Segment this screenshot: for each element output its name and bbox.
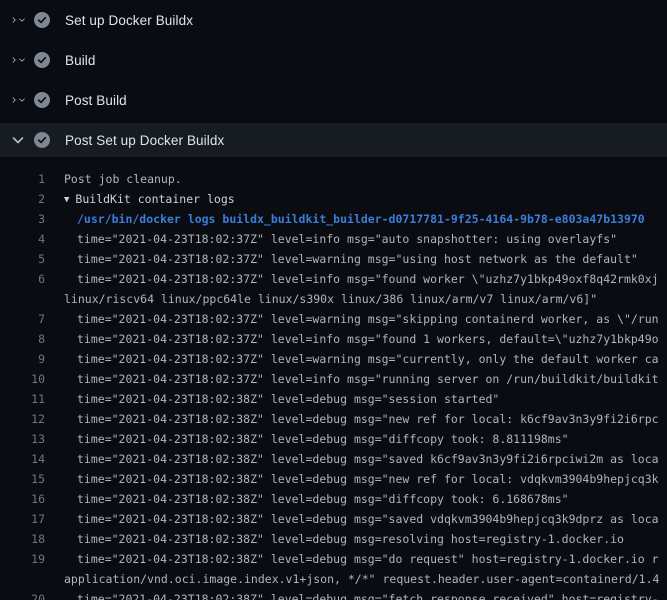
log-line-number[interactable]: 10 [0, 369, 45, 389]
log-line-text: time="2021-04-23T18:02:37Z" level=warnin… [64, 349, 659, 369]
log-line-number[interactable]: 2 [0, 189, 45, 209]
log-line-text: time="2021-04-23T18:02:38Z" level=debug … [64, 429, 569, 449]
log-line-text: time="2021-04-23T18:02:37Z" level=warnin… [64, 249, 638, 269]
log-line-text: time="2021-04-23T18:02:38Z" level=debug … [64, 589, 659, 600]
log-line-text: time="2021-04-23T18:02:38Z" level=debug … [64, 389, 499, 409]
log-line-text: time="2021-04-23T18:02:38Z" level=debug … [64, 509, 659, 529]
success-check-icon [34, 132, 50, 148]
log-line: 12 time="2021-04-23T18:02:38Z" level=deb… [0, 409, 667, 429]
log-line-text: /usr/bin/docker logs buildx_buildkit_bui… [64, 209, 645, 229]
log-line-number[interactable]: 5 [0, 249, 45, 269]
log-line-number[interactable]: 13 [0, 429, 45, 449]
log-line-number[interactable]: 3 [0, 209, 45, 229]
chevron-right-icon [10, 52, 26, 68]
log-line: 11 time="2021-04-23T18:02:38Z" level=deb… [0, 389, 667, 409]
log-line-number[interactable] [0, 289, 45, 309]
step-label: Post Set up Docker Buildx [65, 133, 224, 148]
log-line-text: time="2021-04-23T18:02:37Z" level=info m… [64, 369, 659, 389]
log-line-number[interactable]: 12 [0, 409, 45, 429]
log-line-text: time="2021-04-23T18:02:38Z" level=debug … [64, 469, 659, 489]
success-check-icon [34, 12, 50, 28]
log-line-text: linux/riscv64 linux/ppc64le linux/s390x … [64, 289, 597, 309]
log-line-text: time="2021-04-23T18:02:38Z" level=debug … [64, 409, 659, 429]
log-line: 13 time="2021-04-23T18:02:38Z" level=deb… [0, 429, 667, 449]
log-line: linux/riscv64 linux/ppc64le linux/s390x … [0, 289, 667, 309]
log-line: 10 time="2021-04-23T18:02:37Z" level=inf… [0, 369, 667, 389]
chevron-right-icon [10, 12, 26, 28]
log-line: application/vnd.oci.image.index.v1+json,… [0, 569, 667, 589]
log-line-number[interactable]: 9 [0, 349, 45, 369]
log-line-text: time="2021-04-23T18:02:38Z" level=debug … [64, 529, 624, 549]
log-line: 5 time="2021-04-23T18:02:37Z" level=warn… [0, 249, 667, 269]
log-line: 6 time="2021-04-23T18:02:37Z" level=info… [0, 269, 667, 289]
log-line-text: time="2021-04-23T18:02:38Z" level=debug … [64, 549, 659, 569]
step-label: Build [65, 53, 96, 68]
triangle-down-icon: ▼ [64, 195, 69, 205]
success-check-icon [34, 92, 50, 108]
log-line: 4 time="2021-04-23T18:02:37Z" level=info… [0, 229, 667, 249]
log-line-number[interactable]: 18 [0, 529, 45, 549]
chevron-right-icon [10, 92, 26, 108]
log-line: 9 time="2021-04-23T18:02:37Z" level=warn… [0, 349, 667, 369]
log-line[interactable]: 2 ▼BuildKit container logs [0, 189, 667, 209]
log-line: 7 time="2021-04-23T18:02:37Z" level=warn… [0, 309, 667, 329]
step-post-set-up-docker-buildx[interactable]: Post Set up Docker Buildx [0, 123, 667, 157]
log-line-number[interactable]: 1 [0, 169, 45, 189]
log-line: 15 time="2021-04-23T18:02:38Z" level=deb… [0, 469, 667, 489]
log-line-text: time="2021-04-23T18:02:37Z" level=info m… [64, 229, 617, 249]
chevron-down-icon [10, 132, 26, 148]
log-line-text: time="2021-04-23T18:02:38Z" level=debug … [64, 449, 659, 469]
step-label: Post Build [65, 93, 127, 108]
log-line-text: application/vnd.oci.image.index.v1+json,… [64, 569, 659, 589]
log-line: 16 time="2021-04-23T18:02:38Z" level=deb… [0, 489, 667, 509]
log-line: 8 time="2021-04-23T18:02:37Z" level=info… [0, 329, 667, 349]
log-line-number[interactable]: 19 [0, 549, 45, 569]
log-line-text: time="2021-04-23T18:02:37Z" level=info m… [64, 269, 659, 289]
log-line: 19 time="2021-04-23T18:02:38Z" level=deb… [0, 549, 667, 569]
step-build[interactable]: Build [0, 40, 667, 80]
log-line-number[interactable]: 8 [0, 329, 45, 349]
step-label: Set up Docker Buildx [65, 13, 193, 28]
log-line-number[interactable]: 11 [0, 389, 45, 409]
log-line-text: Post job cleanup. [64, 169, 182, 189]
log-line: 3 /usr/bin/docker logs buildx_buildkit_b… [0, 209, 667, 229]
log-line-text: time="2021-04-23T18:02:37Z" level=info m… [64, 329, 659, 349]
log-line: 20 time="2021-04-23T18:02:38Z" level=deb… [0, 589, 667, 600]
log-line: 1 Post job cleanup. [0, 169, 667, 189]
log-line-number[interactable]: 16 [0, 489, 45, 509]
log-line-number[interactable]: 6 [0, 269, 45, 289]
success-check-icon [34, 52, 50, 68]
log-line-number[interactable] [0, 569, 45, 589]
log-line-number[interactable]: 17 [0, 509, 45, 529]
log-line-number[interactable]: 7 [0, 309, 45, 329]
log-line-text: time="2021-04-23T18:02:37Z" level=warnin… [64, 309, 659, 329]
log-rows: 1 Post job cleanup. 2 ▼BuildKit containe… [0, 169, 667, 600]
workflow-steps-list: Set up Docker Buildx Build Post Build Po… [0, 0, 667, 600]
step-post-build[interactable]: Post Build [0, 80, 667, 120]
log-line-number[interactable]: 15 [0, 469, 45, 489]
log-line-number[interactable]: 20 [0, 589, 45, 600]
log-line: 14 time="2021-04-23T18:02:38Z" level=deb… [0, 449, 667, 469]
log-line-number[interactable]: 14 [0, 449, 45, 469]
log-line-text: ▼BuildKit container logs [64, 189, 235, 209]
log-line: 18 time="2021-04-23T18:02:38Z" level=deb… [0, 529, 667, 549]
log-output: 1 Post job cleanup. 2 ▼BuildKit containe… [0, 160, 667, 600]
log-line-text: time="2021-04-23T18:02:38Z" level=debug … [64, 489, 569, 509]
log-line-number[interactable]: 4 [0, 229, 45, 249]
step-set-up-docker-buildx[interactable]: Set up Docker Buildx [0, 0, 667, 40]
log-line: 17 time="2021-04-23T18:02:38Z" level=deb… [0, 509, 667, 529]
